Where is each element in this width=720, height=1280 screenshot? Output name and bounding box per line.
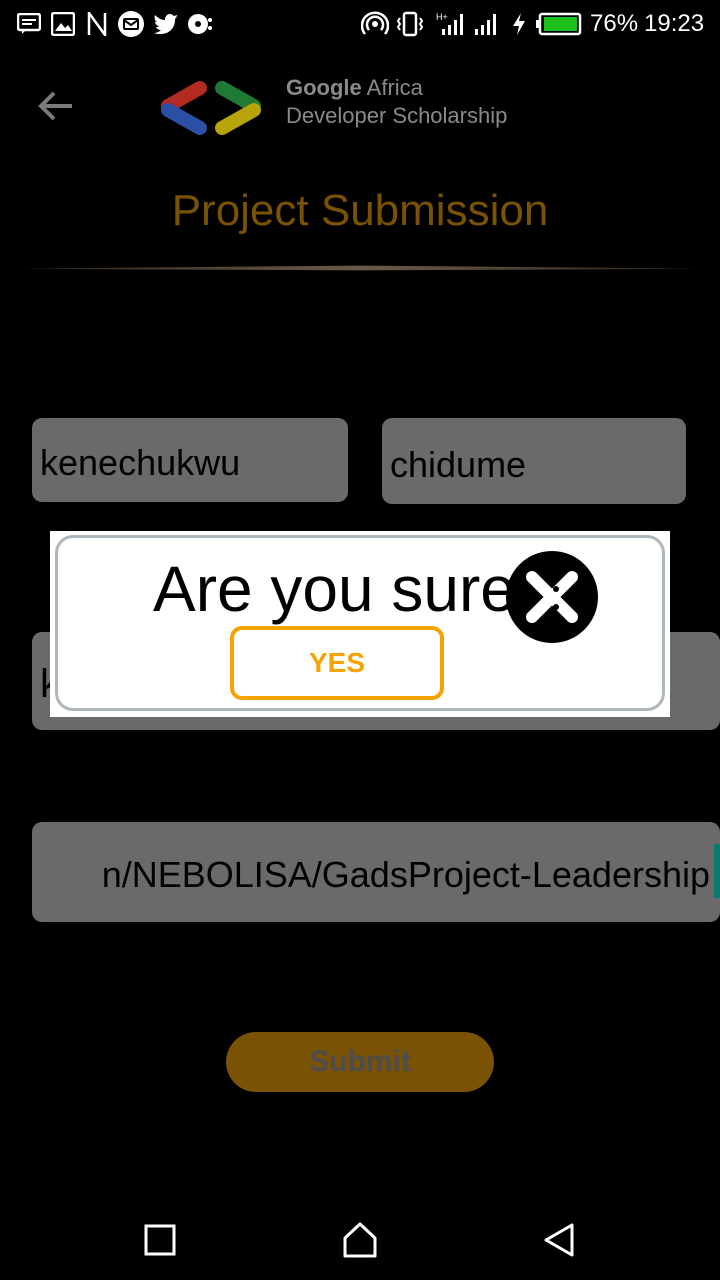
twitter-icon	[152, 12, 180, 36]
battery-percent: 76%	[590, 10, 639, 37]
n-icon	[86, 12, 108, 36]
signal-icon: H+	[436, 12, 466, 36]
signal-icon	[472, 12, 502, 36]
message-icon	[16, 12, 42, 36]
charging-icon	[508, 12, 530, 36]
gads-logo	[156, 80, 266, 136]
hotspot-icon	[360, 11, 390, 36]
brand-text: Google Africa Developer Scholarship	[286, 74, 507, 130]
back-arrow-icon[interactable]	[36, 86, 76, 126]
record-icon	[186, 12, 214, 36]
recents-icon[interactable]	[140, 1220, 180, 1260]
brand-scholarship: Developer Scholarship	[286, 103, 508, 128]
status-bar: H+ 76% 19:23	[0, 0, 720, 48]
clock: 19:23	[644, 10, 705, 37]
last-name-input[interactable]: chidume	[382, 418, 686, 504]
first-name-value: kenechukwu	[40, 442, 241, 483]
battery-icon	[536, 12, 582, 36]
header-divider	[0, 265, 720, 271]
project-link-input[interactable]: n/NEBOLISA/GadsProject-Leadership	[32, 822, 720, 922]
image-icon	[50, 12, 76, 36]
project-link-value: n/NEBOLISA/GadsProject-Leadership	[101, 854, 710, 895]
home-icon[interactable]	[340, 1220, 380, 1260]
brand-africa: Africa	[361, 75, 423, 100]
last-name-value: chidume	[390, 444, 527, 485]
brand-google: Google	[286, 75, 362, 100]
close-icon[interactable]	[506, 551, 598, 643]
first-name-input[interactable]: kenechukwu	[32, 418, 348, 502]
yes-button[interactable]: YES	[230, 626, 444, 700]
dialog-title: Are you sure	[153, 553, 516, 625]
svg-text:H+: H+	[436, 12, 448, 22]
vibrate-icon	[396, 11, 424, 37]
text-cursor	[714, 844, 720, 898]
page-title: Project Submission	[171, 186, 549, 235]
submit-button[interactable]: Submit	[226, 1032, 494, 1092]
mail-icon	[116, 11, 146, 37]
back-icon[interactable]	[540, 1220, 580, 1260]
